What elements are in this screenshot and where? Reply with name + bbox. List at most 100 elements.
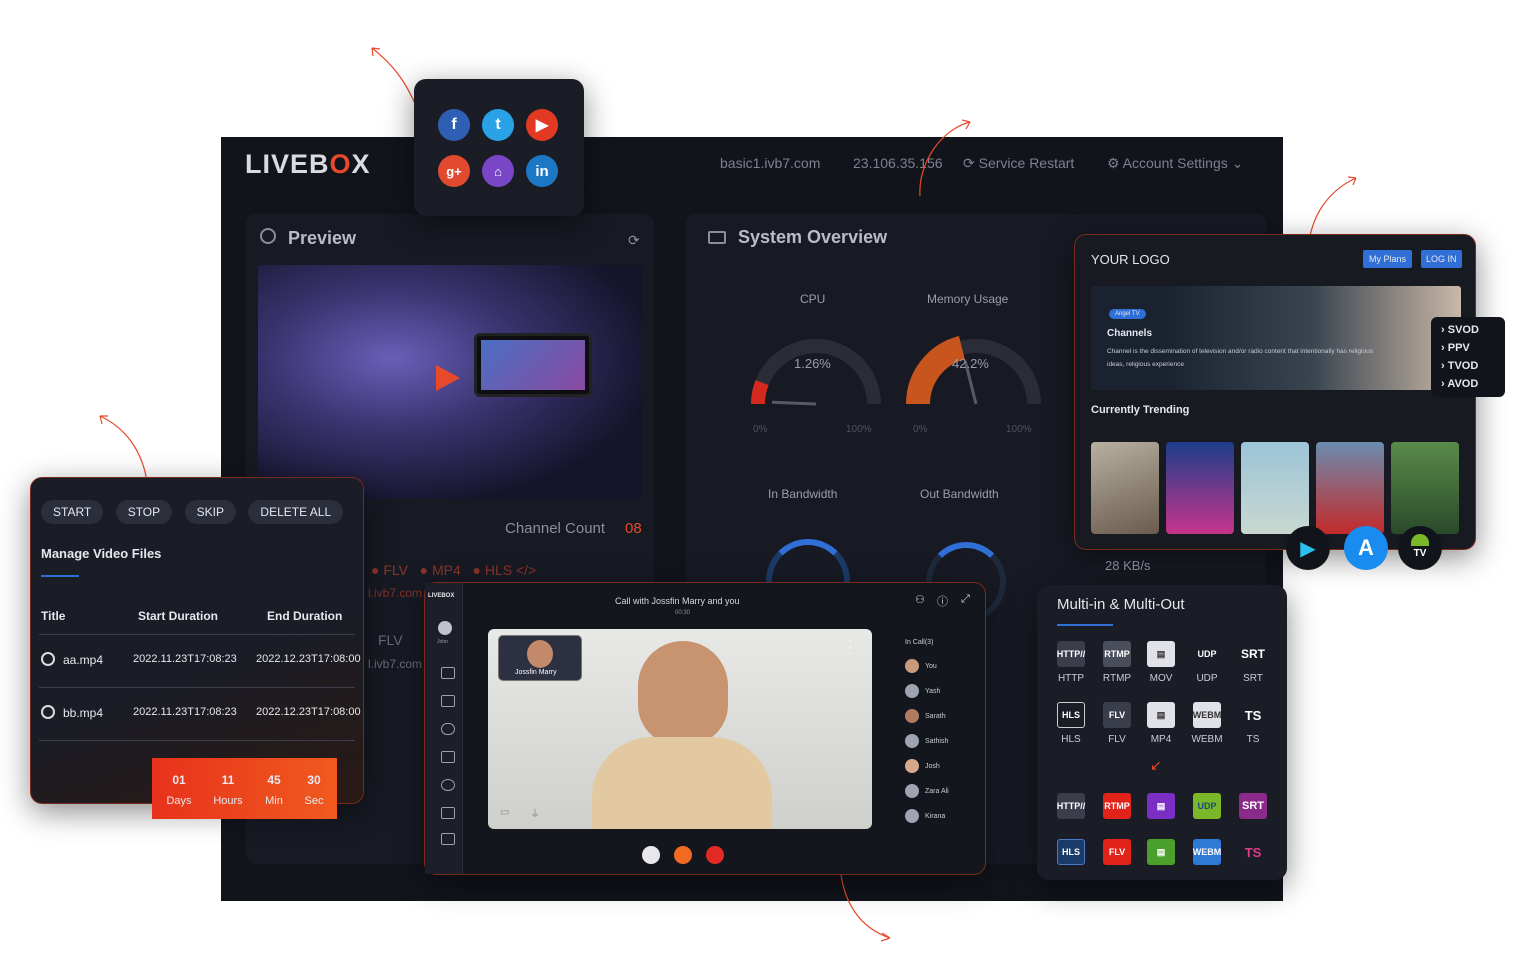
facebook-icon[interactable]: f (438, 109, 470, 141)
stream-url[interactable]: l.ivb7.com (368, 586, 422, 600)
output-flv[interactable]: FLV (1094, 839, 1140, 871)
participant-item[interactable]: Kirana (905, 809, 945, 823)
screen-share-icon[interactable] (441, 695, 455, 707)
fullscreen-icon[interactable]: ⤢ (961, 593, 970, 606)
participant-item[interactable]: Sathish (905, 734, 948, 748)
app-store-icon[interactable]: A (1344, 526, 1388, 570)
channel-count-label: Channel Count (505, 520, 606, 537)
account-settings-button[interactable]: ⚙ Account Settings ⌄ (1107, 155, 1243, 172)
google-play-icon[interactable]: ▶ (1286, 526, 1330, 570)
cpu-value: 1.26% (794, 356, 831, 371)
avatar (905, 784, 919, 798)
monetization-models: › SVOD › PPV › TVOD › AVOD (1431, 317, 1505, 397)
avatar (905, 659, 919, 673)
mic-icon[interactable]: ⏚ (530, 805, 540, 820)
format-mp4[interactable]: ▤ MP4 (1138, 702, 1184, 745)
model-svod[interactable]: › SVOD (1441, 321, 1495, 339)
android-tv-icon[interactable]: TV (1398, 526, 1442, 570)
output-http[interactable]: HTTP// (1048, 793, 1094, 825)
table-row[interactable]: bb.mp4 2022.11.23T17:08:23 2022.12.23T17… (39, 693, 361, 743)
output-srt[interactable]: SRT (1230, 793, 1276, 825)
format-webm[interactable]: WEBM WEBM (1184, 702, 1230, 745)
format-http[interactable]: HTTP//HTTP (1048, 641, 1094, 684)
output-mp4[interactable]: ▤ (1138, 839, 1184, 871)
call-timer: 00:30 (675, 610, 691, 616)
info-icon[interactable]: ⓘ (937, 593, 948, 609)
output-ts[interactable]: TS (1230, 839, 1276, 871)
twitter-icon[interactable]: t (482, 109, 514, 141)
play-icon[interactable] (436, 365, 460, 391)
participant-list: You Yash Sarath Sathish Josh Zara Ali Ki… (897, 655, 983, 835)
end-call-button[interactable] (706, 846, 724, 864)
multi-title: Multi-in & Multi-Out (1057, 596, 1185, 613)
desktop-icon[interactable] (441, 833, 455, 845)
phone-image (474, 333, 592, 397)
stream-url-b[interactable]: l.ivb7.com (368, 657, 422, 671)
start-button[interactable]: START (41, 500, 104, 524)
col-title: Title (41, 609, 66, 623)
twitch-icon[interactable]: ⌂ (482, 155, 514, 187)
trending-thumbnail[interactable] (1316, 442, 1384, 534)
table-row[interactable]: aa.mp4 2022.11.23T17:08:23 2022.12.23T17… (39, 640, 361, 690)
video-toggle-button[interactable] (674, 846, 692, 864)
memory-min: 0% (913, 424, 928, 435)
cpu-min: 0% (753, 424, 768, 435)
playback-controls: START STOP SKIP DELETE ALL (41, 500, 344, 524)
output-udp[interactable]: UDP (1184, 793, 1230, 825)
linkedin-icon[interactable]: in (526, 155, 558, 187)
row-title: aa.mp4 (63, 653, 104, 667)
login-button[interactable]: LOG IN (1421, 250, 1462, 268)
my-plans-button[interactable]: My Plans (1363, 250, 1413, 268)
google-plus-icon[interactable]: g+ (438, 155, 470, 187)
output-webm[interactable]: WEBM (1184, 839, 1230, 871)
stop-button[interactable]: STOP (115, 500, 173, 524)
video-icon[interactable] (441, 807, 455, 819)
format-srt[interactable]: SRT SRT (1230, 641, 1276, 684)
photo-icon[interactable] (441, 751, 455, 763)
memory-value: 42.2% (952, 356, 989, 371)
server-domain: basic1.ivb7.com (720, 155, 821, 171)
trending-thumbnail[interactable] (1166, 442, 1234, 534)
format-ts[interactable]: TS TS (1230, 702, 1276, 746)
participant-item[interactable]: Zara Ali (905, 784, 949, 798)
format-hls[interactable]: HLS HLS (1048, 702, 1094, 745)
output-hls[interactable]: HLS (1048, 839, 1094, 871)
broadcast-icon[interactable] (441, 779, 455, 791)
camera-icon[interactable]: ▭ (500, 807, 509, 818)
chat-icon[interactable] (441, 667, 455, 679)
format-mov[interactable]: ▤ MOV (1138, 641, 1184, 684)
preview-video[interactable] (258, 265, 642, 499)
format-rtmp[interactable]: RTMP RTMP (1094, 641, 1140, 684)
pip-video[interactable]: Jossfin Marry (498, 635, 582, 681)
youtube-icon[interactable]: ▶ (526, 109, 558, 141)
more-options-icon[interactable]: · · · (848, 634, 852, 658)
participant-item[interactable]: Yash (905, 684, 940, 698)
raise-hand-icon[interactable] (441, 723, 455, 735)
trending-thumbnail[interactable] (1241, 442, 1309, 534)
output-mov[interactable]: ▤ (1138, 793, 1184, 825)
model-avod[interactable]: › AVOD (1441, 375, 1495, 393)
mute-button[interactable] (642, 846, 660, 864)
participant-item[interactable]: Sarath (905, 709, 946, 723)
multi-underline (1057, 624, 1113, 626)
ott-app-panel: YOUR LOGO My Plans LOG IN Angel TV Chann… (1074, 234, 1476, 550)
trending-thumbnail[interactable] (1391, 442, 1459, 534)
output-rtmp[interactable]: RTMP (1094, 793, 1140, 825)
format-flv[interactable]: FLV FLV (1094, 702, 1140, 745)
model-ppv[interactable]: › PPV (1441, 339, 1495, 357)
avatar[interactable] (438, 621, 452, 635)
delete-all-button[interactable]: DELETE ALL (248, 500, 344, 524)
participant-item[interactable]: Josh (905, 759, 940, 773)
main-video-feed[interactable]: Jossfin Marry · · · ▭ ⏚ (488, 629, 872, 829)
trending-thumbnail[interactable] (1091, 442, 1159, 534)
participant-item[interactable]: You (905, 659, 937, 673)
row-start: 2022.11.23T17:08:23 (133, 706, 237, 718)
reload-icon[interactable]: ⟳ (628, 232, 640, 249)
add-user-icon[interactable]: ⚇ (915, 593, 925, 606)
bandwidth-rate: 28 KB/s (1105, 558, 1151, 573)
model-tvod[interactable]: › TVOD (1441, 357, 1495, 375)
in-call-label: In Call(3) (905, 639, 934, 646)
skip-button[interactable]: SKIP (184, 500, 236, 524)
channel-banner[interactable]: Angel TV Channels Channel is the dissemi… (1091, 286, 1461, 390)
format-udp[interactable]: UDP UDP (1184, 641, 1230, 684)
